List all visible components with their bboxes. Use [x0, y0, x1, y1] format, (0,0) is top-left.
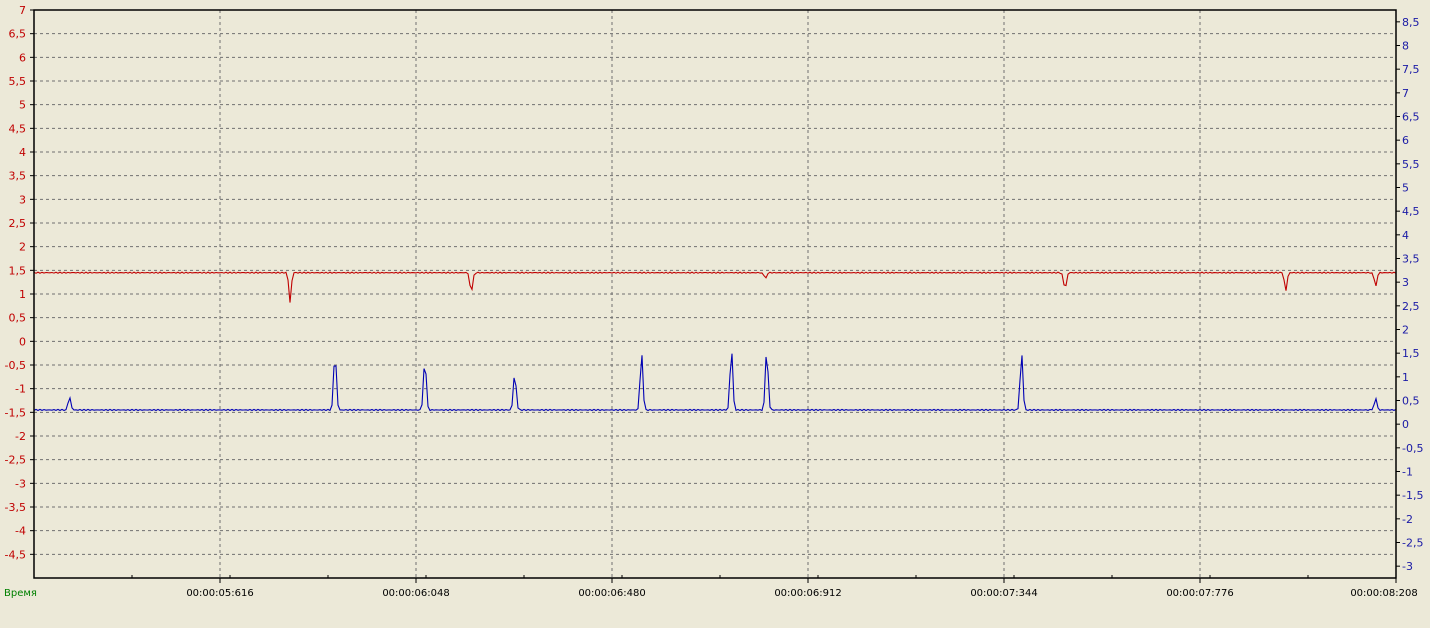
x-tick-label: 00:00:05:616 [186, 588, 253, 599]
x-tick-label: 00:00:07:344 [970, 588, 1037, 599]
right-tick-label: -1 [1402, 466, 1413, 479]
left-tick-label: 0,5 [9, 312, 27, 325]
left-tick-label: 6 [19, 51, 26, 64]
right-tick-label: 0 [1402, 418, 1409, 431]
x-axis: 00:00:05:616 00:00:06:048 00:00:06:480 00:0… [186, 578, 1418, 599]
x-axis-label: Время [4, 588, 37, 599]
left-tick-label: -3 [15, 477, 26, 490]
right-tick-label: 2 [1402, 324, 1409, 337]
right-tick-label: 1,5 [1402, 347, 1420, 360]
right-tick-label: 0,5 [1402, 395, 1420, 408]
x-tick-label: 00:00:06:480 [578, 588, 645, 599]
x-tick-label: 00:00:07:776 [1166, 588, 1233, 599]
right-tick-label: 8 [1402, 40, 1409, 53]
left-tick-label: 5 [19, 99, 26, 112]
left-tick-label: -3,5 [5, 501, 26, 514]
right-tick-label: 7,5 [1402, 63, 1420, 76]
right-tick-label: 6,5 [1402, 111, 1420, 124]
right-tick-label: 3 [1402, 276, 1409, 289]
right-tick-label: 6 [1402, 134, 1409, 147]
left-tick-label: -1,5 [5, 406, 26, 419]
right-tick-label: 1 [1402, 371, 1409, 384]
left-tick-label: 4 [19, 146, 26, 159]
x-tick-label: 00:00:06:912 [774, 588, 841, 599]
right-tick-label: -0,5 [1402, 442, 1423, 455]
left-tick-label: -4 [15, 525, 26, 538]
left-tick-label: 2 [19, 241, 26, 254]
right-tick-label: 8,5 [1402, 16, 1420, 29]
left-y-axis: 7 6,5 6 5,5 5 4,5 4 3,5 3 2,5 2 1,5 1 0,5 0 -0,5 -1 -1,5 -… [5, 4, 34, 561]
chart: 7 6,5 6 5,5 5 4,5 4 3,5 3 2,5 2 1,5 1 0,5 0 -0,5 -1 -1,5 -… [4, 4, 1423, 599]
left-tick-label: 3,5 [9, 170, 27, 183]
left-tick-label: -2,5 [5, 454, 26, 467]
right-tick-label: 5 [1402, 182, 1409, 195]
right-tick-label: -2 [1402, 513, 1413, 526]
left-tick-label: 6,5 [9, 28, 27, 41]
left-tick-label: 3 [19, 193, 26, 206]
left-tick-label: -0,5 [5, 359, 26, 372]
right-tick-label: 2,5 [1402, 300, 1420, 313]
right-tick-label: -3 [1402, 560, 1413, 573]
right-tick-label: -2,5 [1402, 537, 1423, 550]
left-tick-label: -2 [15, 430, 26, 443]
left-tick-label: 4,5 [9, 122, 27, 135]
right-tick-label: 5,5 [1402, 158, 1420, 171]
left-tick-label: 0 [19, 335, 26, 348]
right-tick-label: 4,5 [1402, 205, 1420, 218]
left-tick-label: 7 [19, 4, 26, 17]
right-y-axis: 8,5 8 7,5 7 6,5 6 5,5 5 4,5 4 3,5 3 2,5 2 1,5 1 0,5 0 -0,5… [1396, 16, 1423, 573]
left-tick-label: -4,5 [5, 548, 26, 561]
x-tick-label: 00:00:06:048 [382, 588, 449, 599]
right-tick-label: 4 [1402, 229, 1409, 242]
left-tick-label: 1 [19, 288, 26, 301]
left-tick-label: 1,5 [9, 264, 27, 277]
x-tick-label: 00:00:08:208 [1350, 588, 1417, 599]
left-tick-label: 2,5 [9, 217, 27, 230]
right-tick-label: -1,5 [1402, 489, 1423, 502]
left-tick-label: 5,5 [9, 75, 27, 88]
right-tick-label: 3,5 [1402, 253, 1420, 266]
left-tick-label: -1 [15, 383, 26, 396]
right-tick-label: 7 [1402, 87, 1409, 100]
